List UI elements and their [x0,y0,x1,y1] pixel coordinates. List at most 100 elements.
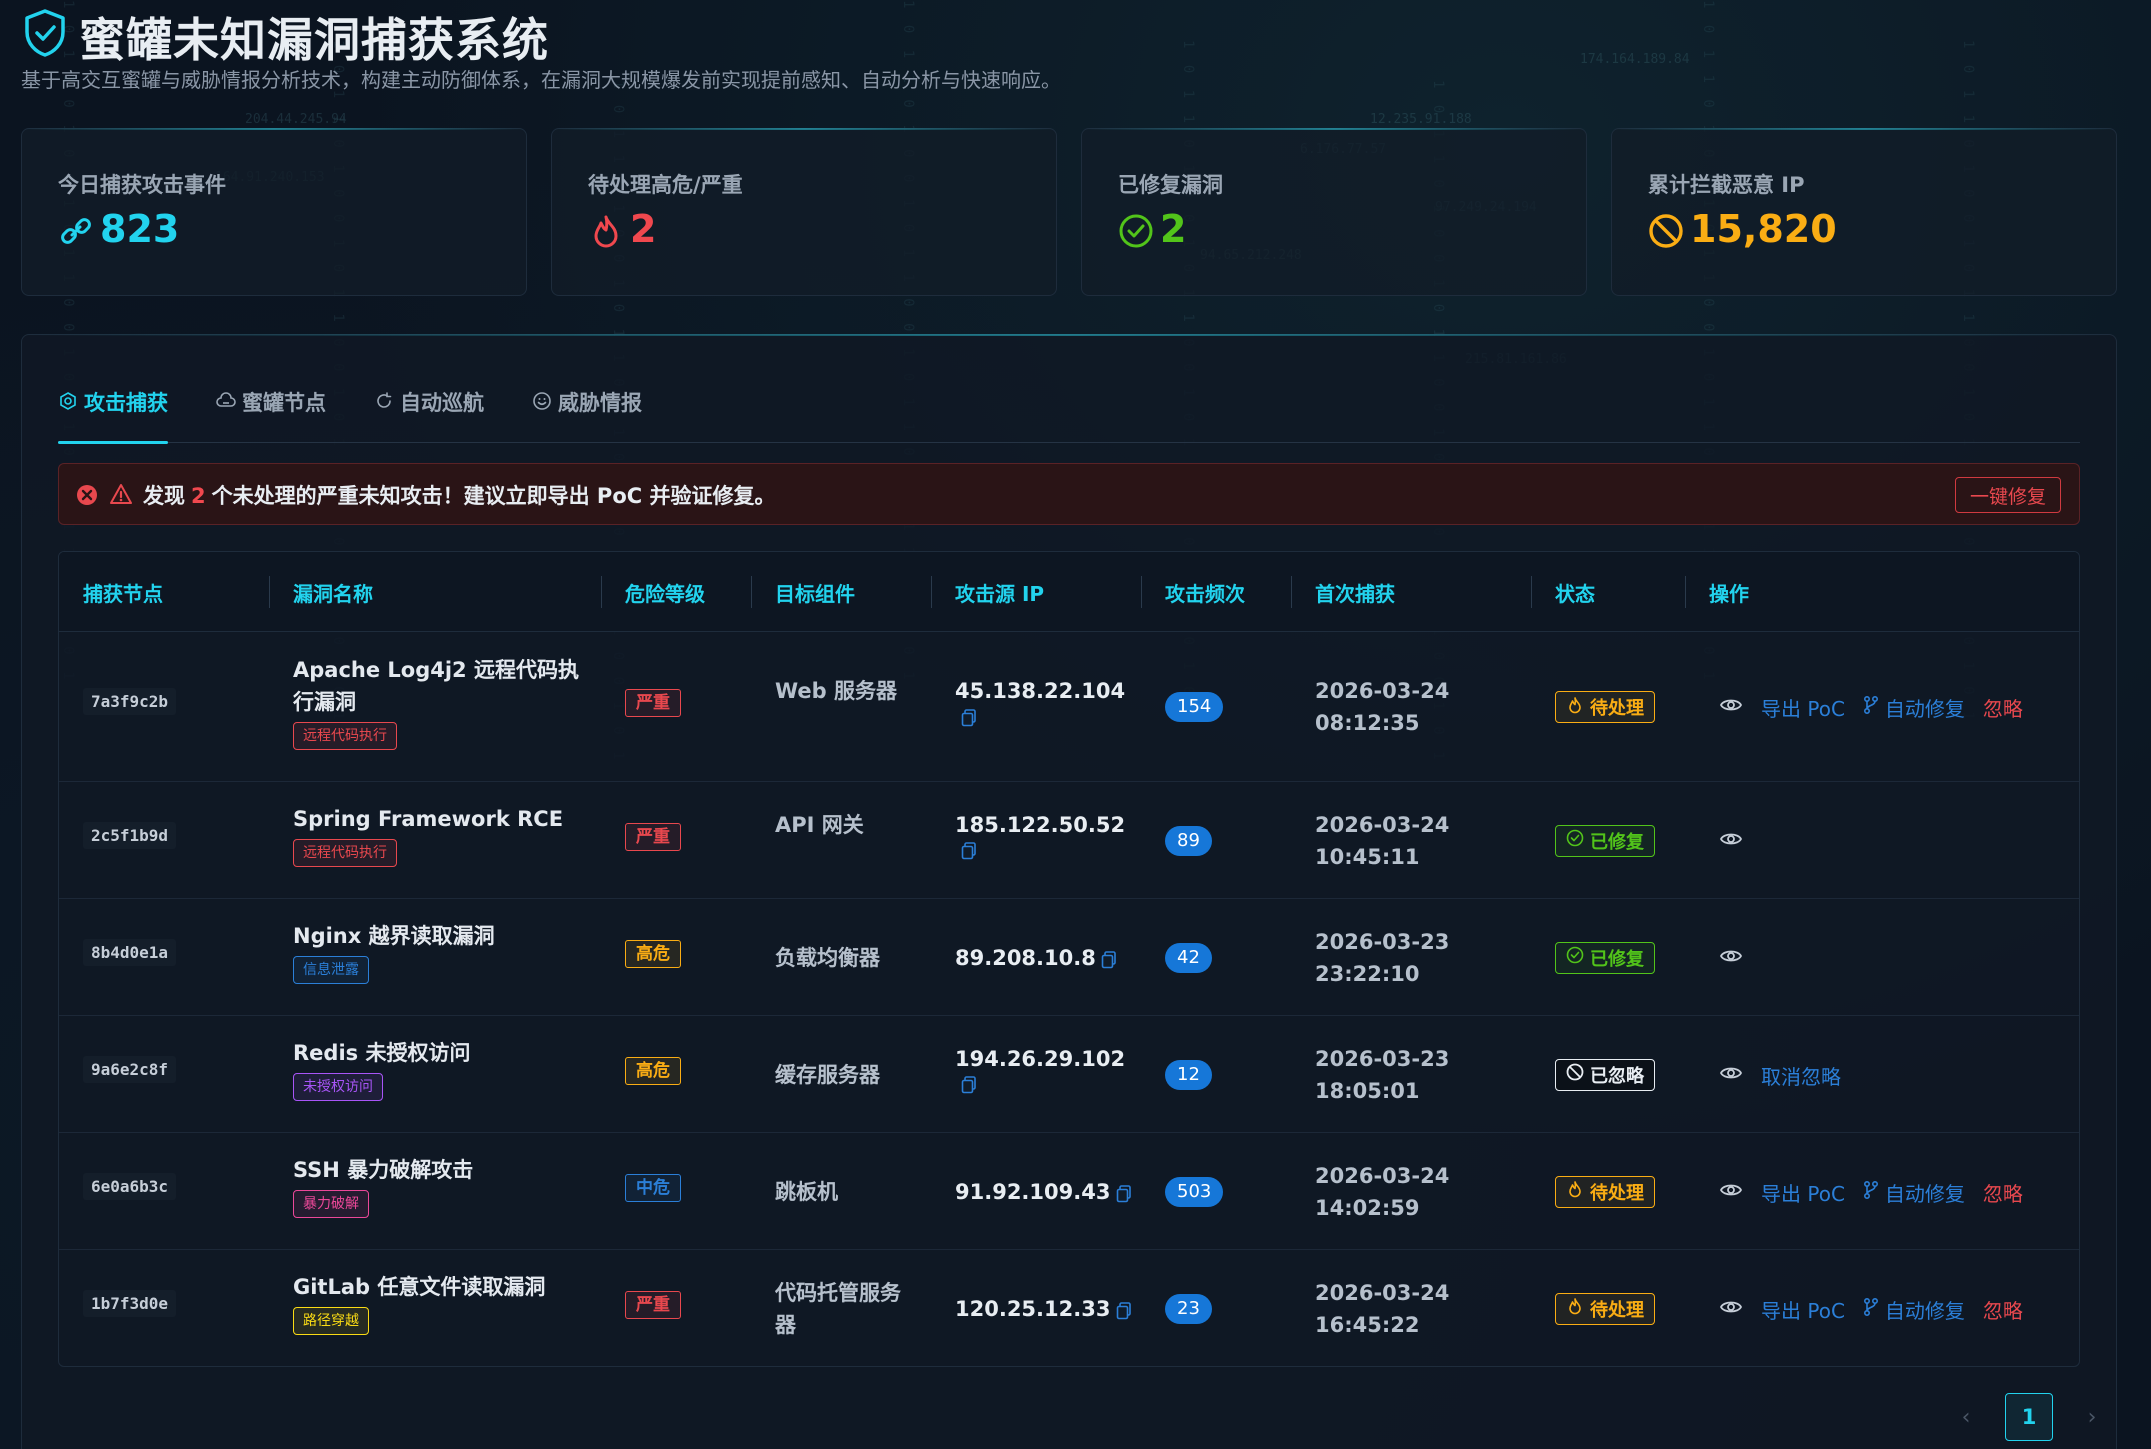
prev-page-button[interactable]: ‹ [1957,1405,1975,1430]
stats-row: 今日捕获攻击事件 823 待处理高危/严重 2 已修复漏洞 2 累计拦截恶意 IP 15,82… [21,128,2117,298]
status-label: 已修复 [1590,948,1644,970]
copy-icon[interactable] [961,1076,977,1094]
column-divider [1531,576,1532,608]
next-page-button[interactable]: › [2083,1405,2101,1430]
view-eye-icon[interactable] [1719,1061,1743,1090]
tab-label: 威胁情报 [558,391,642,415]
vulnerability-tag: 信息泄露 [293,955,369,984]
alert-suffix: 个未处理的严重未知攻击！建议立即导出 PoC 并验证修复。 [211,484,776,508]
first-capture-date: 2026-03-24 [1315,1163,1450,1188]
auto-fix-link[interactable]: 自动修复 [1863,1295,1965,1324]
tab-bar: 攻击捕获 蜜罐节点 自动巡航 威胁情报 [58,387,2080,444]
status-label: 待处理 [1590,1299,1644,1321]
auto-fix-link[interactable]: 自动修复 [1863,693,1965,722]
severity-badge: 高危 [625,939,681,968]
view-eye-icon[interactable] [1719,1295,1743,1324]
view-eye-icon[interactable] [1719,693,1743,722]
table-row[interactable]: 6e0a6b3c SSH 暴力破解攻击 暴力破解 中危 跳板机 91.92.109.43 … [59,1133,2079,1250]
attack-frequency-badge: 89 [1165,825,1212,856]
copy-icon[interactable] [961,708,977,727]
page: 蜜罐未知漏洞捕获系统 基于高交互蜜罐与威胁情报分析技术，构建主动防御体系，在漏洞… [21,0,2117,1449]
severity-badge: 严重 [625,689,681,717]
status-check-icon [1566,946,1584,969]
branch-icon [1863,1297,1879,1322]
tab-honeypot-nodes[interactable]: 蜜罐节点 [216,387,326,443]
tab-attack-capture[interactable]: 攻击捕获 [58,387,168,444]
block-icon [1648,213,1684,249]
view-eye-icon[interactable] [1719,944,1743,973]
table-row[interactable]: 7a3f9c2b Apache Log4j2 远程代码执行漏洞 远程代码执行 严重 We… [59,632,2079,782]
column-header: 攻击源 IP [955,582,1045,606]
table-row[interactable]: 1b7f3d0e GitLab 任意文件读取漏洞 路径穿越 严重 代码托管服务器 120.… [59,1250,2079,1366]
view-eye-icon[interactable] [1719,1178,1743,1207]
column-divider [1141,576,1142,608]
status-fire-icon [1566,1297,1584,1320]
stat-card: 已修复漏洞 2 [1081,128,1587,296]
first-capture-time: 16:45:22 [1315,1312,1420,1337]
tab-auto-patrol[interactable]: 自动巡航 [374,387,484,443]
refresh-icon [374,387,394,416]
table-row[interactable]: 9a6e2c8f Redis 未授权访问 未授权访问 高危 缓存服务器 194.26.29… [59,1016,2079,1133]
copy-icon[interactable] [1101,951,1117,969]
table-row[interactable]: 8b4d0e1a Nginx 越界读取漏洞 信息泄露 高危 负载均衡器 89.208.10… [59,899,2079,1016]
ignore-link[interactable]: 忽略 [1983,1178,2023,1207]
smile-icon [532,387,552,416]
severity-badge: 中危 [625,1173,681,1202]
page-title: 蜜罐未知漏洞捕获系统 [79,13,549,67]
branch-icon [1863,695,1879,720]
export-poc-link[interactable]: 导出 PoC [1761,1178,1845,1207]
unignore-link[interactable]: 取消忽略 [1761,1061,1841,1090]
status-check-icon [1566,829,1584,852]
first-capture-time: 18:05:01 [1315,1078,1420,1103]
stat-value: 2 [1160,207,1187,251]
page-number-button[interactable]: 1 [2005,1393,2053,1441]
vulnerability-name: GitLab 任意文件读取漏洞 [293,1274,546,1299]
column-header: 捕获节点 [83,582,163,606]
ignore-link[interactable]: 忽略 [1983,1295,2023,1324]
vulnerability-tag: 未授权访问 [293,1072,383,1101]
warning-icon [110,484,132,504]
auto-fix-link[interactable]: 自动修复 [1863,1178,1965,1207]
auto-fix-label: 自动修复 [1884,1298,1965,1323]
export-poc-link[interactable]: 导出 PoC [1761,693,1845,722]
stat-label: 今日捕获攻击事件 [58,173,226,197]
table-header: 捕获节点 漏洞名称 危险等级 目标组件 攻击源 IP 攻击频次 首次捕获 状态 操作 [59,552,2079,632]
status-badge: 已修复 [1555,824,1655,857]
vulnerability-name: SSH 暴力破解攻击 [293,1157,474,1182]
status-block-icon [1566,1063,1584,1086]
ignore-link[interactable]: 忽略 [1983,693,2023,722]
header: 蜜罐未知漏洞捕获系统 基于高交互蜜罐与威胁情报分析技术，构建主动防御体系，在漏洞… [21,0,2117,120]
status-label: 待处理 [1590,698,1644,719]
export-poc-link[interactable]: 导出 PoC [1761,1295,1845,1324]
status-label: 待处理 [1590,1182,1644,1204]
attack-frequency-badge: 503 [1165,1176,1224,1207]
vulnerability-name: Nginx 越界读取漏洞 [293,923,495,948]
auto-fix-label: 自动修复 [1884,1181,1965,1206]
attack-table: 捕获节点 漏洞名称 危险等级 目标组件 攻击源 IP 攻击频次 首次捕获 状态 操作 7a3f9… [58,551,2080,1367]
status-badge: 已忽略 [1555,1058,1655,1091]
status-badge: 待处理 [1555,691,1655,723]
vulnerability-tag: 远程代码执行 [293,722,397,750]
stat-value: 823 [100,207,180,251]
copy-icon[interactable] [961,842,977,860]
column-header: 操作 [1709,582,1749,606]
column-divider [1291,576,1292,608]
target-component: Web 服务器 [775,679,898,703]
main-panel: 攻击捕获 蜜罐节点 自动巡航 威胁情报 发现 2 个未处理的严重未知攻击！建议立即导出 P… [21,334,2117,1449]
stat-label: 累计拦截恶意 IP [1648,173,1805,197]
copy-icon[interactable] [1116,1302,1132,1320]
view-eye-icon[interactable] [1719,827,1743,856]
column-header: 漏洞名称 [293,582,373,606]
branch-icon [1863,1180,1879,1205]
one-click-fix-button[interactable]: 一键修复 [1955,477,2061,513]
first-capture-time: 14:02:59 [1315,1195,1420,1220]
node-id: 9a6e2c8f [83,1055,177,1083]
copy-icon[interactable] [1116,1185,1132,1203]
node-id: 1b7f3d0e [83,1289,177,1317]
column-header: 目标组件 [775,582,855,606]
stat-value: 2 [630,207,657,251]
column-divider [269,576,270,608]
attack-source-ip: 185.122.50.52 [955,812,1126,837]
table-row[interactable]: 2c5f1b9d Spring Framework RCE 远程代码执行 严重 API … [59,782,2079,899]
tab-threat-intel[interactable]: 威胁情报 [532,387,642,443]
